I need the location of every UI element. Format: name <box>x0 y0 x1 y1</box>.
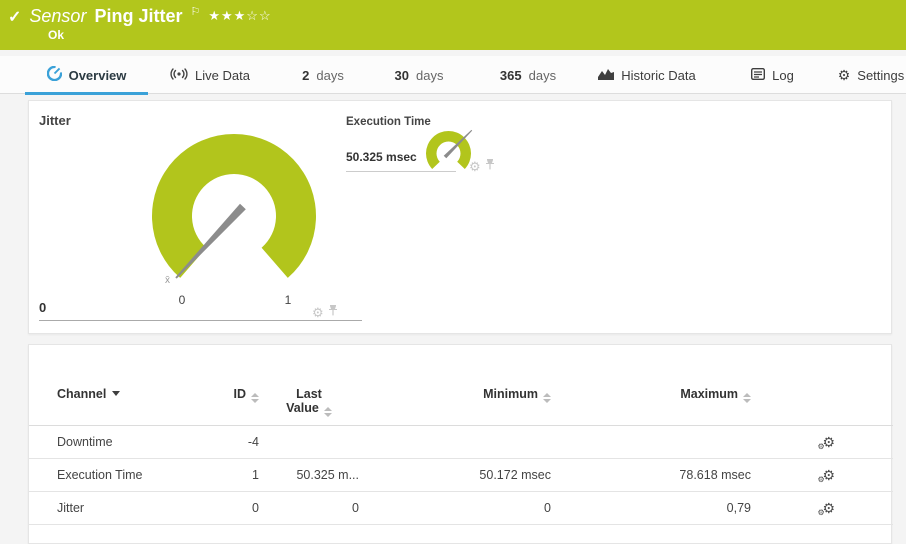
column-label: Last <box>296 387 322 401</box>
jitter-widget-icons: ⚙ <box>312 303 338 321</box>
chart-icon <box>598 68 615 83</box>
tab-bar: Overview Live Data 2 days 30 days 365 da… <box>0 56 906 95</box>
execution-widget-icons: ⚙ <box>469 157 495 175</box>
column-label: Minimum <box>483 387 538 401</box>
sensor-header: ✓ Sensor Ping Jitter ⚐ ★★★☆☆ Ok <box>0 0 906 50</box>
tab-settings[interactable]: ⚙ Settings <box>836 56 906 94</box>
channel-settings-icon[interactable]: ⚙ ⚙ <box>817 468 835 484</box>
channel-settings-icon[interactable]: ⚙ ⚙ <box>817 435 835 451</box>
channel-maximum <box>551 425 751 459</box>
sort-icon <box>543 393 551 403</box>
channel-maximum: 78.618 msec <box>551 458 751 492</box>
channel-id: 1 <box>201 458 259 492</box>
tab-live-data[interactable]: Live Data <box>160 56 260 94</box>
column-header-channel[interactable]: Channel <box>29 345 201 426</box>
column-label: Channel <box>57 387 107 401</box>
priority-stars[interactable]: ★★★☆☆ <box>208 8 271 24</box>
execution-widget-divider <box>346 171 456 172</box>
tab-number: 365 <box>499 67 522 83</box>
channel-name[interactable]: Execution Time <box>29 458 201 492</box>
column-label: Maximum <box>680 387 738 401</box>
channel-id: 0 <box>201 491 259 525</box>
column-header-id[interactable]: ID <box>201 345 259 426</box>
tab-label: Overview <box>68 67 127 83</box>
execution-time-value: 50.325 msec <box>346 150 417 164</box>
channel-name[interactable]: Jitter <box>29 491 201 525</box>
gear-icon: ⚙ <box>837 67 851 83</box>
gauge-scale-min: 0 <box>178 293 186 307</box>
channels-panel: Channel ID Last Value Minimum Maximum Do… <box>28 344 893 544</box>
gauge-icon <box>46 65 62 84</box>
tab-unit: days <box>316 67 344 83</box>
channel-minimum: 0 <box>359 491 551 525</box>
tab-number: 30 <box>394 67 409 83</box>
channels-table: Channel ID Last Value Minimum Maximum Do… <box>29 345 893 525</box>
column-header-minimum[interactable]: Minimum <box>359 345 551 426</box>
jitter-widget-divider <box>39 320 362 321</box>
tab-label: Log <box>772 67 794 83</box>
column-label: ID <box>233 387 247 401</box>
jitter-current-value: 0 <box>39 300 47 315</box>
tab-unit: days <box>528 67 557 83</box>
pin-icon[interactable] <box>328 303 338 321</box>
jitter-gauge-title: Jitter <box>39 113 71 128</box>
widget-gear-icon[interactable]: ⚙ <box>469 160 481 173</box>
tab-label: Live Data <box>195 67 250 83</box>
table-row: Downtime -4 ⚙ ⚙ <box>29 425 893 459</box>
tab-365-days[interactable]: 365 days <box>483 56 573 94</box>
status-ok-icon: ✓ <box>8 9 22 26</box>
jitter-gauge <box>152 134 317 279</box>
log-list-icon <box>751 67 766 83</box>
channel-name[interactable]: Downtime <box>29 425 201 459</box>
gauges-panel: Jitter x̄ 0 1 0 ⚙ Execution Time 50.325 … <box>28 100 892 334</box>
broadcast-icon <box>170 67 188 83</box>
sort-icon <box>743 393 751 403</box>
table-header-row: Channel ID Last Value Minimum Maximum <box>29 345 893 426</box>
channel-last-value <box>259 425 359 459</box>
sort-icon <box>323 407 332 417</box>
object-type-label: Sensor <box>29 6 87 26</box>
average-marker: x̄ <box>165 275 170 286</box>
channel-last-value: 50.325 m... <box>259 458 359 492</box>
gauge-scale-max: 1 <box>284 293 292 307</box>
tab-30-days[interactable]: 30 days <box>380 56 458 94</box>
channel-minimum: 50.172 msec <box>359 458 551 492</box>
status-badge: Ok <box>48 28 65 42</box>
tab-overview[interactable]: Overview <box>25 56 148 95</box>
table-row: Execution Time 1 50.325 m... 50.172 msec… <box>29 458 893 492</box>
tab-2-days[interactable]: 2 days <box>288 56 358 94</box>
tab-historic-data[interactable]: Historic Data <box>588 56 706 94</box>
widget-gear-icon[interactable]: ⚙ <box>312 306 324 319</box>
tab-log[interactable]: Log <box>740 56 805 94</box>
channel-last-value: 0 <box>259 491 359 525</box>
tab-unit: days <box>416 67 444 83</box>
channel-maximum: 0,79 <box>551 491 751 525</box>
flag-icon: ⚐ <box>190 6 201 18</box>
tab-label: Historic Data <box>621 67 696 83</box>
column-header-maximum[interactable]: Maximum <box>551 345 751 426</box>
tab-number: 2 <box>302 67 310 83</box>
tab-label: Settings <box>857 67 905 83</box>
sort-icon <box>251 393 259 403</box>
channel-minimum <box>359 425 551 459</box>
table-row: Jitter 0 0 0 0,79 ⚙ ⚙ <box>29 491 893 525</box>
column-header-actions <box>751 345 893 426</box>
active-tab-underline <box>25 92 148 95</box>
column-header-last-value[interactable]: Last Value <box>259 345 359 426</box>
page-title: Ping Jitter <box>94 6 183 26</box>
sort-desc-icon <box>112 391 121 396</box>
channel-id: -4 <box>201 425 259 459</box>
channel-settings-icon[interactable]: ⚙ ⚙ <box>817 501 835 517</box>
column-label: Value <box>286 401 319 415</box>
pin-icon[interactable] <box>485 157 495 175</box>
